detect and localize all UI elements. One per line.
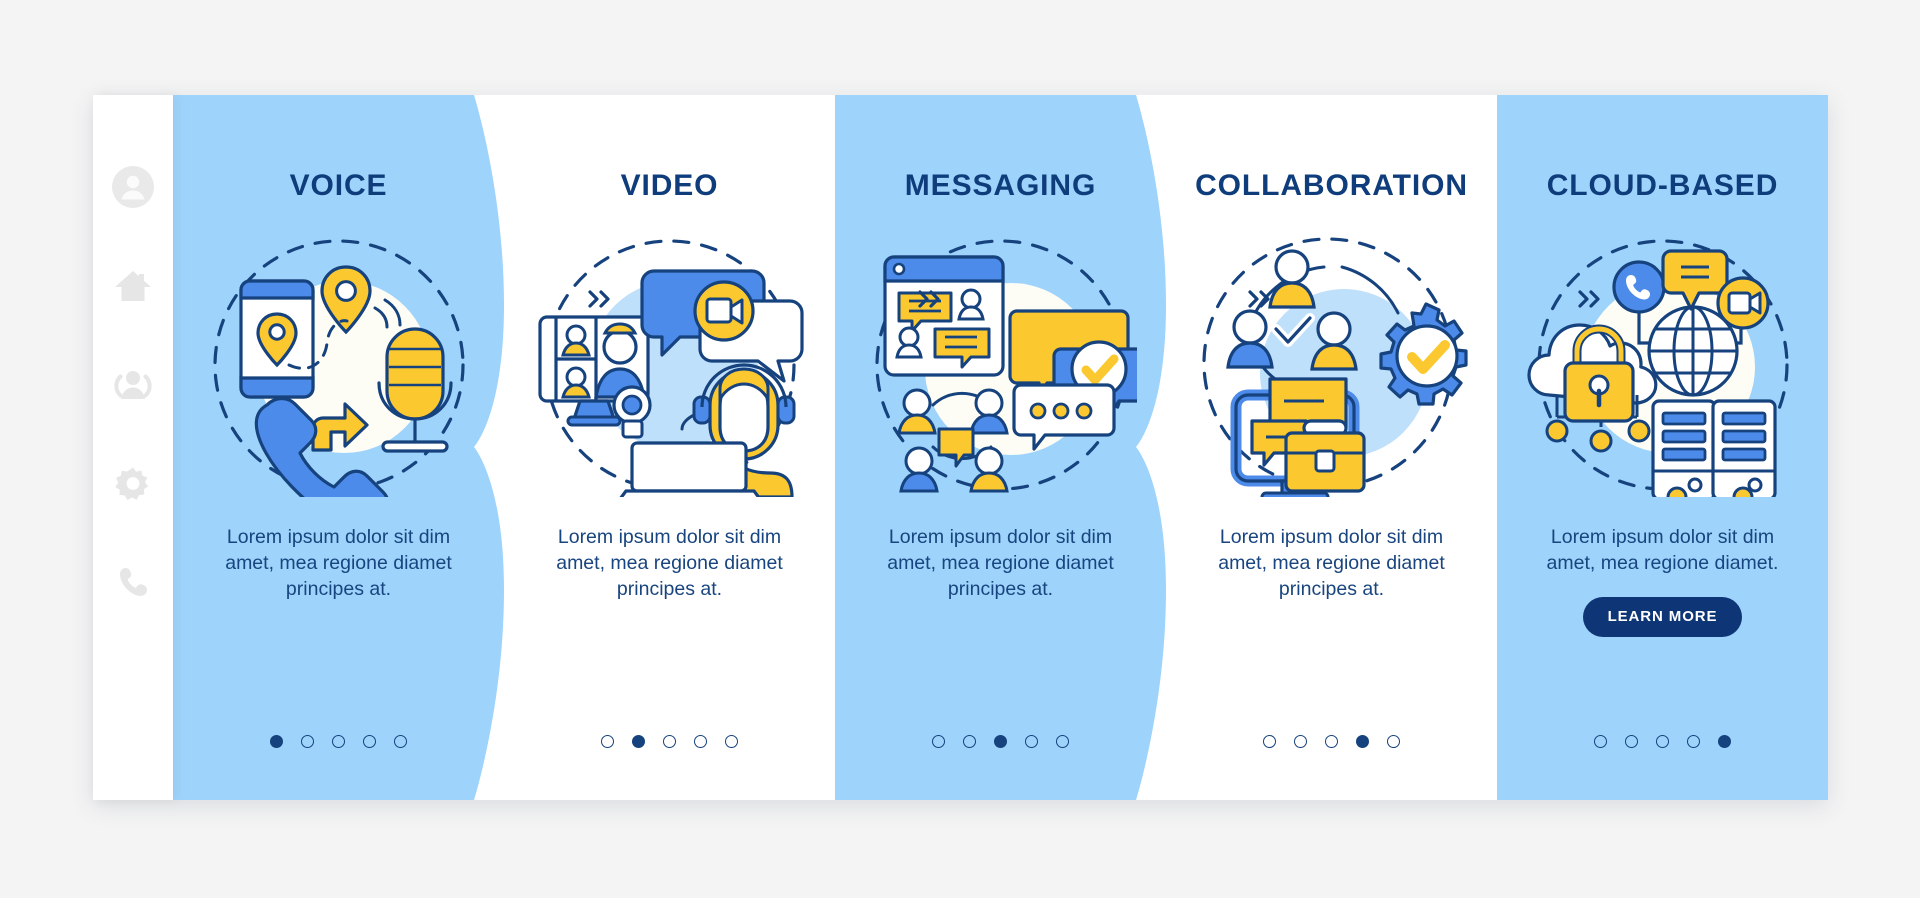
pagination-dot[interactable] bbox=[1594, 735, 1607, 748]
pagination-dots-video bbox=[504, 735, 835, 748]
sidebar-item-contacts[interactable] bbox=[111, 363, 155, 407]
pagination-dot[interactable] bbox=[632, 735, 645, 748]
separator-chevron-1 bbox=[587, 289, 613, 309]
video-conference-illustration bbox=[534, 225, 806, 497]
separator-chevron-2 bbox=[917, 289, 943, 309]
pagination-dot[interactable] bbox=[1294, 735, 1307, 748]
pagination-dot[interactable] bbox=[1356, 735, 1369, 748]
panel-voice[interactable]: VOICE Lorem ipsum dolor sit dim amet, me… bbox=[173, 95, 504, 800]
pagination-dot[interactable] bbox=[1718, 735, 1731, 748]
home-icon bbox=[115, 271, 151, 301]
double-chevron-right-icon bbox=[588, 290, 610, 308]
separator-chevron-3 bbox=[1247, 289, 1273, 309]
user-circle-icon bbox=[112, 166, 154, 208]
pagination-dots-messaging bbox=[835, 735, 1166, 748]
pagination-dot[interactable] bbox=[1325, 735, 1338, 748]
panel-description: Lorem ipsum dolor sit dim amet, mea regi… bbox=[887, 526, 1114, 600]
messaging-chat-illustration bbox=[865, 225, 1137, 497]
panel-title: CLOUD-BASED bbox=[1546, 169, 1779, 202]
sidebar-item-home[interactable] bbox=[111, 264, 155, 308]
cloud-security-illustration bbox=[1526, 225, 1799, 497]
panel-description: Lorem ipsum dolor sit dim amet, mea regi… bbox=[225, 526, 452, 600]
pagination-dot[interactable] bbox=[994, 735, 1007, 748]
panel-strip: VOICE Lorem ipsum dolor sit dim amet, me… bbox=[173, 95, 1828, 800]
pagination-dot[interactable] bbox=[332, 735, 345, 748]
separator-chevron-4 bbox=[1577, 289, 1603, 309]
onboarding-card: VOICE Lorem ipsum dolor sit dim amet, me… bbox=[93, 95, 1828, 800]
panel-description: Lorem ipsum dolor sit dim amet, mea regi… bbox=[1546, 526, 1779, 574]
pagination-dot[interactable] bbox=[394, 735, 407, 748]
pagination-dot[interactable] bbox=[932, 735, 945, 748]
pagination-dot[interactable] bbox=[1025, 735, 1038, 748]
app-sidebar bbox=[93, 95, 173, 800]
panel-title: MESSAGING bbox=[904, 169, 1097, 202]
pagination-dot[interactable] bbox=[1056, 735, 1069, 748]
panel-collaboration[interactable]: COLLABORATION Lorem ipsum dolor sit dim … bbox=[1166, 95, 1497, 800]
collaboration-teamwork-illustration bbox=[1196, 225, 1468, 497]
pagination-dot[interactable] bbox=[1687, 735, 1700, 748]
sidebar-item-settings[interactable] bbox=[111, 462, 155, 506]
double-chevron-right-icon bbox=[1578, 290, 1600, 308]
sidebar-item-calls[interactable] bbox=[111, 561, 155, 605]
phone-handset-icon bbox=[120, 568, 147, 596]
pagination-dot[interactable] bbox=[363, 735, 376, 748]
pagination-dot[interactable] bbox=[270, 735, 283, 748]
pagination-dots-cloud-based bbox=[1497, 735, 1828, 748]
pagination-dot[interactable] bbox=[663, 735, 676, 748]
panel-title: COLLABORATION bbox=[1195, 169, 1468, 202]
sidebar-item-avatar[interactable] bbox=[111, 165, 155, 209]
learn-more-button[interactable]: LEARN MORE bbox=[1582, 596, 1743, 637]
gear-icon bbox=[115, 467, 149, 500]
double-chevron-right-icon bbox=[918, 290, 940, 308]
pagination-dots-collaboration bbox=[1166, 735, 1497, 748]
panel-messaging[interactable]: MESSAGING Lorem ipsum dolor sit dim amet… bbox=[835, 95, 1166, 800]
pagination-dot[interactable] bbox=[301, 735, 314, 748]
double-chevron-right-icon bbox=[1248, 290, 1270, 308]
screenshot-stage: VOICE Lorem ipsum dolor sit dim amet, me… bbox=[0, 0, 1920, 898]
pagination-dot[interactable] bbox=[725, 735, 738, 748]
pagination-dots-voice bbox=[173, 735, 504, 748]
panel-description: Lorem ipsum dolor sit dim amet, mea regi… bbox=[556, 526, 783, 600]
pagination-dot[interactable] bbox=[963, 735, 976, 748]
panel-title: VOICE bbox=[289, 169, 388, 202]
panel-video[interactable]: VIDEO Lorem ipsum dolor sit dim amet, me… bbox=[504, 95, 835, 800]
pagination-dot[interactable] bbox=[1387, 735, 1400, 748]
pagination-dot[interactable] bbox=[1656, 735, 1669, 748]
pagination-dot[interactable] bbox=[1625, 735, 1638, 748]
voice-call-illustration bbox=[203, 225, 475, 497]
panel-description: Lorem ipsum dolor sit dim amet, mea regi… bbox=[1218, 526, 1445, 600]
people-group-icon bbox=[114, 371, 152, 399]
pagination-dot[interactable] bbox=[601, 735, 614, 748]
panel-cloud-based[interactable]: CLOUD-BASED Lorem ipsum dolor sit dim am… bbox=[1497, 95, 1828, 800]
panel-title: VIDEO bbox=[620, 169, 719, 202]
pagination-dot[interactable] bbox=[694, 735, 707, 748]
pagination-dot[interactable] bbox=[1263, 735, 1276, 748]
